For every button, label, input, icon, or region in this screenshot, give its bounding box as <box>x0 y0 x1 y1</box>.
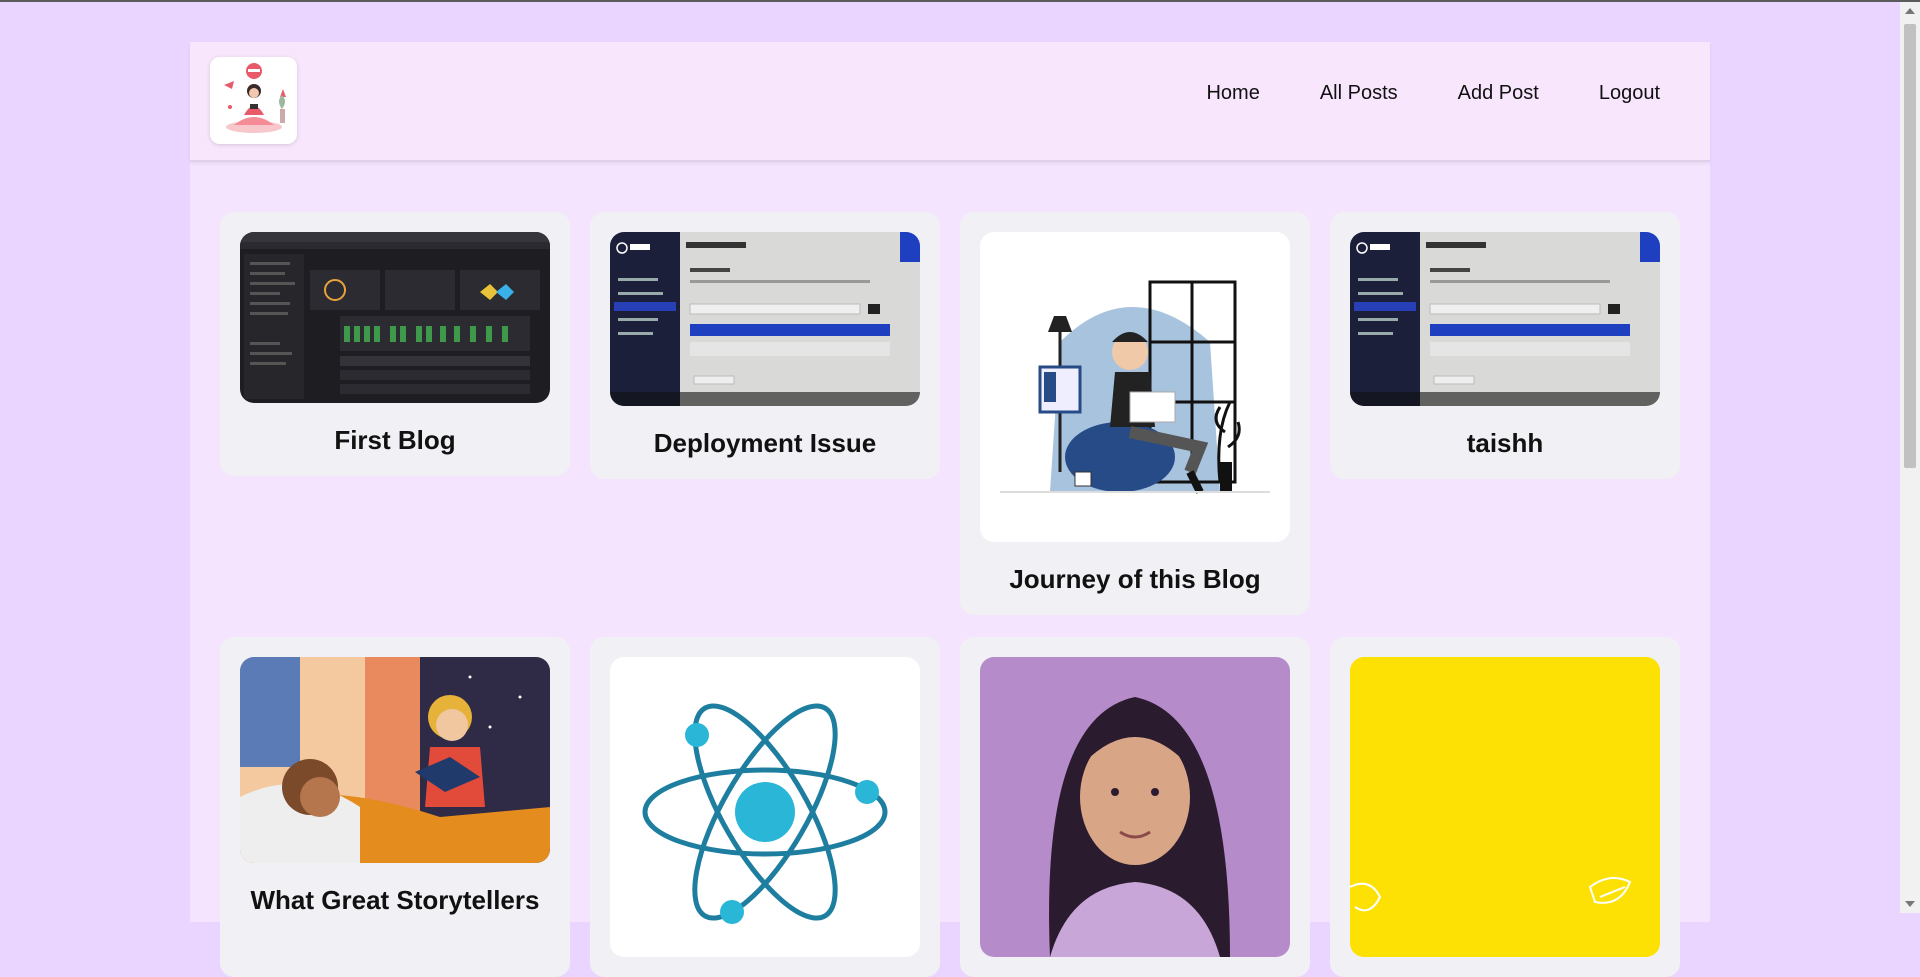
site-logo[interactable] <box>210 57 297 144</box>
post-card[interactable] <box>590 637 940 977</box>
page-container: Home All Posts Add Post Logout First Blo… <box>190 42 1710 977</box>
post-card[interactable]: Journey of this Blog <box>960 212 1310 616</box>
woman-meditating-logo-icon <box>210 57 297 144</box>
post-title[interactable]: taishh <box>1350 428 1660 459</box>
main-nav: Home All Posts Add Post Logout <box>1176 72 1660 115</box>
post-card[interactable] <box>960 637 1310 977</box>
post-title[interactable]: What Great Storytellers <box>240 885 550 916</box>
post-card[interactable] <box>1330 637 1680 977</box>
post-card[interactable]: taishh <box>1330 212 1680 480</box>
storytelling-illustration-image <box>240 657 550 863</box>
post-title[interactable]: First Blog <box>240 425 550 456</box>
scrollbar-thumb[interactable] <box>1904 24 1916 468</box>
nav-add-post-link[interactable]: Add Post <box>1428 72 1569 115</box>
nav-home-link[interactable]: Home <box>1176 72 1289 115</box>
yellow-graphic-image <box>1350 657 1660 957</box>
man-reading-illustration-image <box>980 232 1290 542</box>
dark-dashboard-screenshot-image <box>240 232 550 403</box>
post-title[interactable]: Journey of this Blog <box>980 564 1290 595</box>
scroll-down-arrow-icon[interactable] <box>1905 901 1915 907</box>
nav-logout-link[interactable]: Logout <box>1569 72 1660 115</box>
tiny-approved-domains-image <box>610 232 920 406</box>
post-card[interactable]: Deployment Issue <box>590 212 940 480</box>
post-card[interactable]: First Blog <box>220 212 570 477</box>
post-card[interactable]: What Great Storytellers <box>220 637 570 977</box>
tiny-approved-domains-image <box>1350 232 1660 406</box>
scroll-up-arrow-icon[interactable] <box>1905 8 1915 14</box>
post-title[interactable]: Deployment Issue <box>610 428 920 459</box>
portrait-photo-image <box>980 657 1290 957</box>
page-scrollbar[interactable] <box>1900 2 1920 913</box>
nav-all-posts-link[interactable]: All Posts <box>1290 72 1428 115</box>
atom-icon <box>610 657 920 957</box>
site-header: Home All Posts Add Post Logout <box>190 42 1710 162</box>
